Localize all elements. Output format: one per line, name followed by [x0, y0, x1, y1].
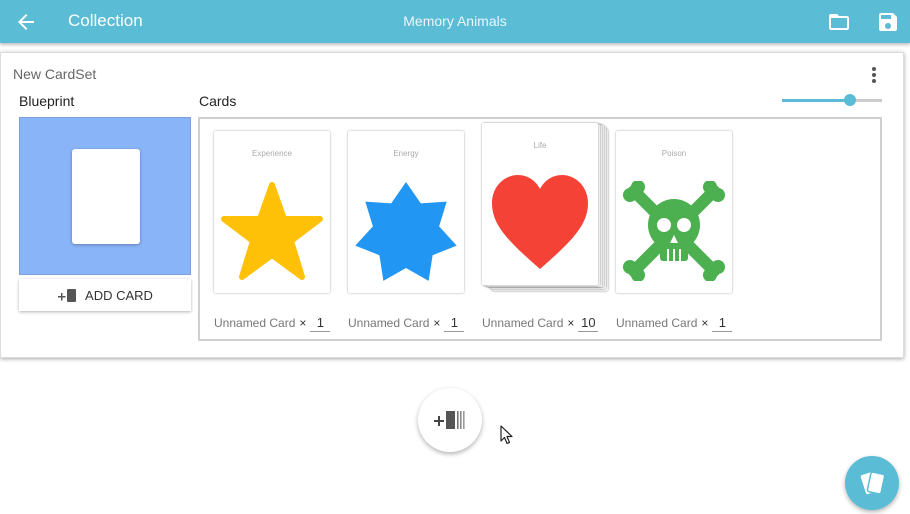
times-sign: × — [299, 316, 307, 330]
cards-icon — [860, 471, 886, 495]
card-caption: Energy — [393, 149, 419, 158]
cardset-panel: New CardSet Blueprint Cards ADD CARD Exp… — [0, 52, 904, 358]
quantity-input[interactable]: 10 — [578, 315, 599, 332]
save-icon[interactable] — [876, 10, 900, 34]
blueprint-label: Blueprint — [19, 93, 75, 109]
quantity-input[interactable]: 1 — [444, 315, 465, 332]
blueprint-card[interactable] — [72, 149, 140, 244]
card-meta: Unnamed Card × 10 — [482, 315, 612, 332]
card-face[interactable]: Life — [482, 123, 598, 285]
arrow-back-icon[interactable] — [14, 10, 38, 34]
heart-icon — [492, 175, 588, 269]
card-name[interactable]: Unnamed Card — [348, 316, 429, 330]
card-item[interactable]: Experience Unnamed Card × 1 — [214, 131, 344, 341]
add-card-button[interactable]: ADD CARD — [19, 279, 191, 311]
zoom-slider[interactable] — [782, 93, 883, 107]
card-name[interactable]: Unnamed Card — [616, 316, 697, 330]
add-card-label: ADD CARD — [85, 287, 153, 303]
seven-point-star-icon — [355, 182, 457, 281]
quantity-input[interactable]: 1 — [712, 315, 733, 332]
cards-panel: Experience Unnamed Card × 1 Energy Unnamed… — [198, 117, 882, 341]
star-icon — [221, 182, 323, 280]
app-bar: Collection Memory Animals — [0, 0, 910, 43]
card-meta: Unnamed Card × 1 — [616, 315, 746, 332]
more-vert-icon[interactable] — [865, 65, 883, 85]
quantity-input[interactable]: 1 — [310, 315, 331, 332]
cardset-name[interactable]: New CardSet — [13, 66, 96, 82]
times-sign: × — [701, 316, 709, 330]
card-face[interactable]: Experience — [214, 131, 330, 293]
card-caption: Poison — [661, 149, 687, 158]
add-cardset-button[interactable] — [418, 388, 482, 452]
times-sign: × — [567, 316, 575, 330]
times-sign: × — [433, 316, 441, 330]
card-meta: Unnamed Card × 1 — [348, 315, 478, 332]
card-caption: Life — [533, 141, 547, 150]
card-name[interactable]: Unnamed Card — [214, 316, 295, 330]
card-name[interactable]: Unnamed Card — [482, 316, 563, 330]
cards-fab-button[interactable] — [845, 456, 899, 510]
blueprint-area[interactable] — [19, 117, 191, 275]
card-caption: Experience — [251, 149, 293, 158]
card-meta: Unnamed Card × 1 — [214, 315, 344, 332]
card-face[interactable]: Poison — [616, 131, 732, 293]
folder-icon[interactable] — [827, 10, 851, 34]
mouse-cursor-icon — [500, 425, 513, 445]
card-item[interactable]: Life Unnamed Card × 10 — [482, 123, 612, 341]
card-item[interactable]: Energy Unnamed Card × 1 — [348, 131, 478, 341]
card-face[interactable]: Energy — [348, 131, 464, 293]
skull-crossbones-icon — [623, 181, 725, 281]
add-card-icon — [58, 289, 77, 302]
card-item[interactable]: Poison Unnamed Card × 1 — [616, 131, 746, 341]
add-cardset-icon — [434, 411, 465, 429]
cards-label: Cards — [199, 93, 237, 109]
page-title: Collection — [68, 11, 143, 30]
